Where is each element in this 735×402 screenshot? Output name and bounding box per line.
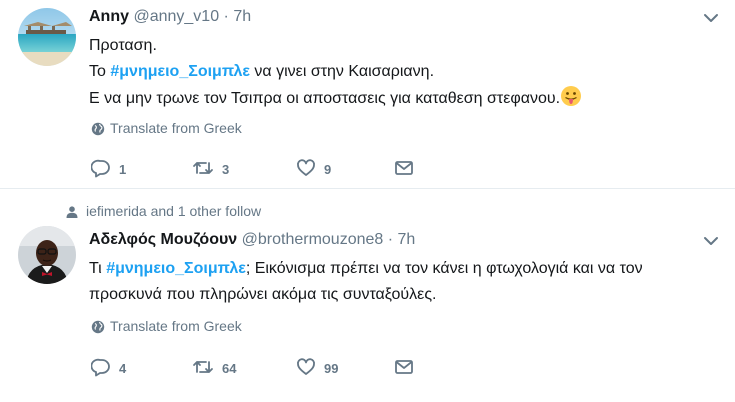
social-context-label: iefimerida and 1 other follow [86, 203, 262, 219]
like-button[interactable]: 99 [296, 357, 338, 377]
dm-button[interactable] [394, 357, 422, 377]
dm-icon [395, 360, 413, 374]
tweet-text: Προταση. Το #μνημειο_Σοιμπλε να γινει στ… [89, 33, 719, 112]
reply-count: 4 [119, 361, 127, 376]
reply-button[interactable]: 4 [90, 357, 127, 377]
caret-down-icon[interactable] [703, 10, 719, 26]
display-name[interactable]: Αδελφός Μουζόουν [89, 231, 237, 248]
separator-dot: · [387, 231, 394, 248]
tweet-header: Anny @anny_v10 · 7h [89, 8, 251, 26]
retweet-icon [193, 361, 213, 373]
retweet-count: 3 [222, 162, 230, 177]
tweet-line: Προταση. [89, 37, 157, 54]
tweet-header: Αδελφός Μουζόουν @brothermouzone8 · 7h [89, 231, 415, 249]
text-segment: να γινει στην Καισαριανη. [249, 63, 435, 80]
like-icon [297, 358, 315, 375]
user-handle[interactable]: @brothermouzone8 [242, 231, 384, 248]
translate-link[interactable]: Translate from Greek [91, 120, 242, 136]
hashtag-link[interactable]: #μνημειο_Σοιμπλε [110, 63, 250, 80]
avatar-anny[interactable] [18, 8, 76, 66]
timestamp[interactable]: 7h [233, 8, 251, 25]
translate-label: Translate from Greek [110, 318, 242, 334]
reply-count: 1 [119, 162, 127, 177]
hashtag-link[interactable]: #μνημειο_Σοιμπλε [106, 260, 246, 277]
text-segment: ; Εικόνισμα πρέπει να τον κάνει η φτωχολ… [245, 260, 643, 277]
retweet-icon [193, 162, 213, 174]
translate-link[interactable]: Translate from Greek [91, 318, 242, 334]
tweet-brothermouzone8[interactable]: iefimerida and 1 other follow Αδελφός Μο… [0, 189, 735, 402]
reply-icon [90, 159, 110, 178]
person-icon [66, 206, 78, 218]
separator-dot: · [223, 8, 229, 25]
globe-icon [91, 122, 105, 136]
like-button[interactable]: 9 [296, 158, 331, 178]
retweet-button[interactable]: 3 [192, 158, 229, 178]
like-count: 99 [324, 361, 339, 376]
dm-icon [395, 161, 413, 175]
caret-down-icon[interactable] [703, 233, 719, 249]
tongue-out-emoji [561, 86, 582, 106]
retweet-count: 64 [222, 361, 237, 376]
tweet-line: Ε να μην τρωνε τον Τσιπρα οι αποστασεις … [89, 85, 719, 112]
text-segment: Το [89, 63, 111, 80]
like-count: 9 [324, 162, 332, 177]
user-handle[interactable]: @anny_v10 [133, 8, 219, 25]
tweet-anny[interactable]: Anny @anny_v10 · 7h Προταση. Το #μνημειο… [0, 0, 735, 188]
dm-button[interactable] [394, 158, 422, 178]
tweet-text: Τι #μνημειο_Σοιμπλε; Εικόνισμα πρέπει να… [89, 256, 719, 308]
retweet-button[interactable]: 64 [192, 357, 236, 377]
text-segment: Ε να μην τρωνε τον Τσιπρα οι αποστασεις … [89, 90, 561, 107]
text-segment: Τι [89, 260, 107, 277]
translate-label: Translate from Greek [110, 120, 242, 136]
like-icon [297, 159, 315, 176]
social-context[interactable]: iefimerida and 1 other follow [66, 203, 261, 219]
reply-button[interactable]: 1 [90, 158, 127, 178]
tweet-line: προσκυνά που πληρώνει ακόμα τις συνταξού… [89, 286, 437, 303]
timestamp[interactable]: 7h [398, 231, 416, 248]
tweet-line: Το #μνημειο_Σοιμπλε να γινει στην Καισαρ… [89, 59, 719, 85]
tweet-line: Τι #μνημειο_Σοιμπλε; Εικόνισμα πρέπει να… [89, 256, 719, 282]
globe-icon [91, 320, 105, 334]
avatar-brothermouzone8[interactable] [18, 226, 76, 284]
reply-icon [90, 358, 110, 377]
display-name[interactable]: Anny [89, 8, 129, 25]
